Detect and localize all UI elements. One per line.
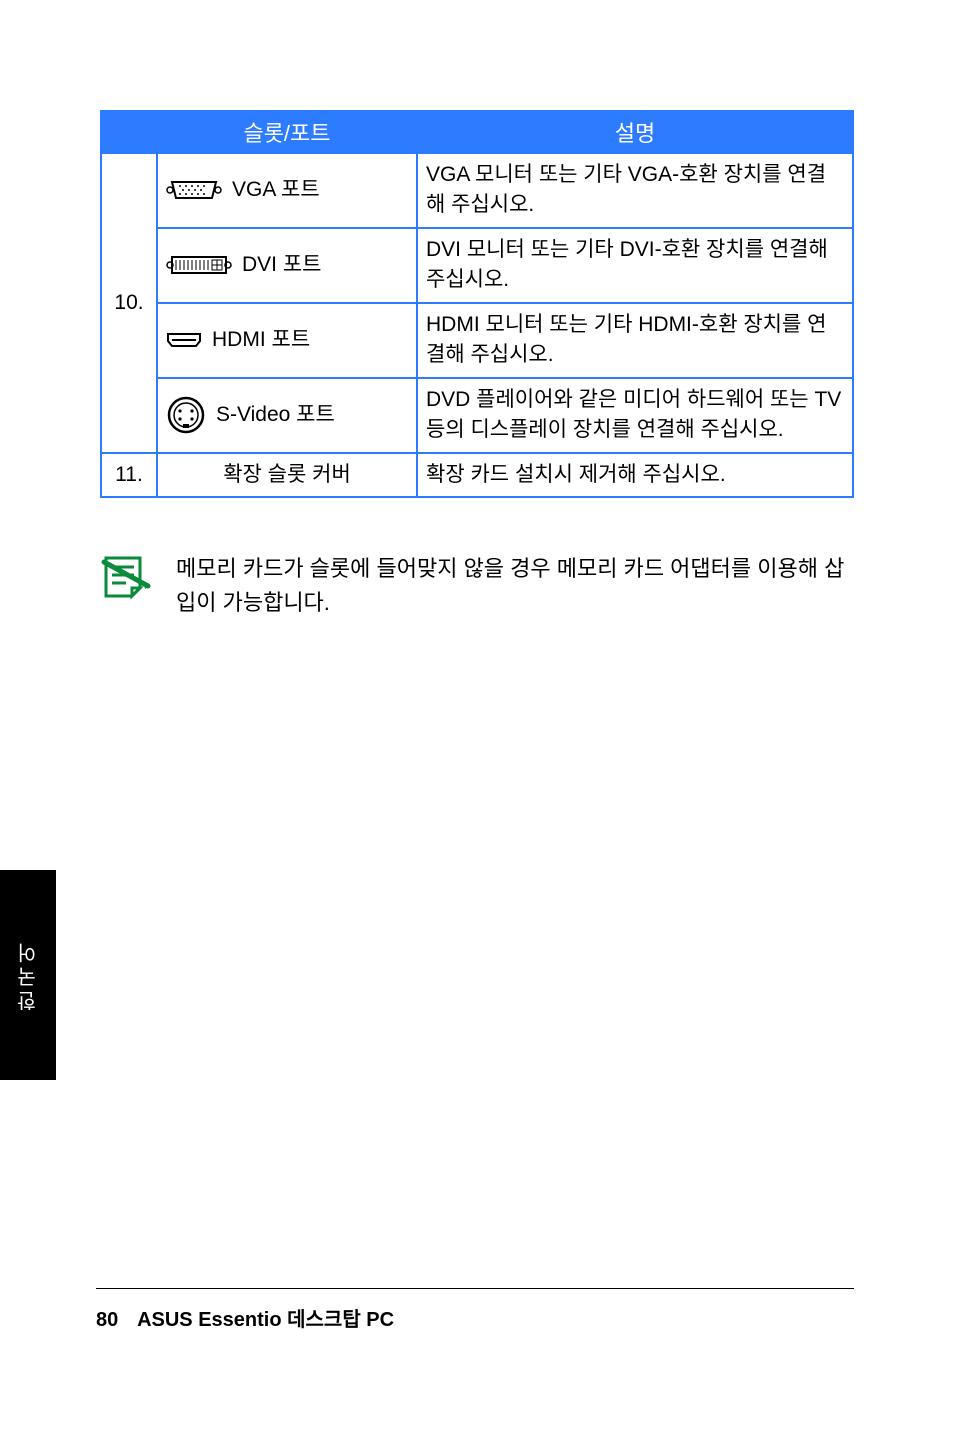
th-num [101,111,157,153]
table-row: S-Video 포트 DVD 플레이어와 같은 미디어 하드웨어 또는 TV 등… [101,378,853,453]
note-icon [100,552,152,605]
port-desc: HDMI 모니터 또는 기타 HDMI-호환 장치를 연결해 주십시오. [417,303,853,378]
port-desc: 확장 카드 설치시 제거해 주십시오. [417,453,853,497]
port-desc: DVD 플레이어와 같은 미디어 하드웨어 또는 TV 등의 디스플레이 장치를… [417,378,853,453]
ports-table: 슬롯/포트 설명 10. [100,110,854,498]
hdmi-port-icon [166,330,202,350]
port-name: VGA 포트 [232,175,320,205]
row-num-10: 10. [101,153,157,453]
svideo-port-icon [166,395,206,435]
note-text: 메모리 카드가 슬롯에 들어맞지 않을 경우 메모리 카드 어댑터를 이용해 삽… [176,552,854,620]
table-row: HDMI 포트 HDMI 모니터 또는 기타 HDMI-호환 장치를 연결해 주… [101,303,853,378]
table-row: DVI 포트 DVI 모니터 또는 기타 DVI-호환 장치를 연결해 주십시오… [101,228,853,303]
language-tab: 한국어 [0,870,56,1080]
port-desc: DVI 모니터 또는 기타 DVI-호환 장치를 연결해 주십시오. [417,228,853,303]
port-desc: VGA 모니터 또는 기타 VGA-호환 장치를 연결해 주십시오. [417,153,853,228]
note-box: 메모리 카드가 슬롯에 들어맞지 않을 경우 메모리 카드 어댑터를 이용해 삽… [100,552,854,620]
footer-title: ASUS Essentio 데스크탑 PC [137,1309,394,1331]
port-name: S-Video 포트 [216,400,335,430]
language-tab-label: 한국어 [14,939,43,1011]
row-num-11: 11. [101,453,157,497]
th-desc: 설명 [417,111,853,153]
dvi-port-icon [166,251,232,279]
page-footer: 80 ASUS Essentio 데스크탑 PC [96,1288,854,1332]
port-name: DVI 포트 [242,250,321,280]
table-row: 10. [101,153,853,228]
th-slot: 슬롯/포트 [157,111,417,153]
table-row: 11. 확장 슬롯 커버 확장 카드 설치시 제거해 주십시오. [101,453,853,497]
port-name: HDMI 포트 [212,325,310,355]
page-number: 80 [96,1309,118,1332]
port-name: 확장 슬롯 커버 [157,453,417,497]
vga-port-icon [166,176,222,204]
